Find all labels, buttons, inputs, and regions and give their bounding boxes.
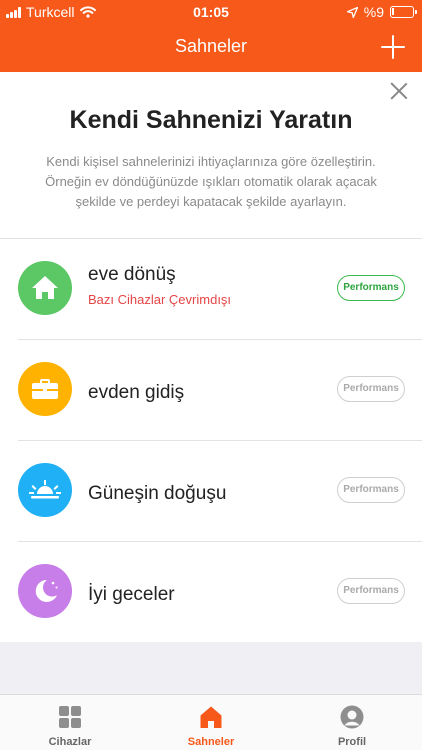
profile-icon <box>340 705 364 729</box>
scene-item-evden-gidis[interactable]: evden gidiş Performans <box>0 340 422 441</box>
tab-label: Cihazlar <box>48 736 92 748</box>
tab-sahneler[interactable]: Sahneler <box>141 695 281 750</box>
battery-icon <box>390 6 417 18</box>
add-scene-button[interactable] <box>380 34 406 60</box>
tab-label: Sahneler <box>187 736 235 748</box>
scene-status: Bazı Cihazlar Çevrimdışı <box>88 292 232 307</box>
perform-button[interactable]: Performans <box>337 578 405 604</box>
scene-icon-circle <box>18 564 72 618</box>
scene-item-iyi-geceler[interactable]: İyi geceler Performans <box>0 542 422 643</box>
sunrise-icon <box>29 480 61 499</box>
intro-heading: Kendi Sahnenizi Yaratın <box>69 106 353 134</box>
intro-description-line: şekilde ve perdeyi kapatacak şekilde aya… <box>75 194 347 209</box>
tab-bar: Cihazlar Sahneler Profil <box>0 694 422 750</box>
intro-description-line: Kendi kişisel sahnelerinizi ihtiyaçların… <box>46 154 376 169</box>
location-arrow-icon <box>346 6 358 18</box>
scene-name: Güneşin doğuşu <box>88 483 227 504</box>
status-bar: Turkcell 01:05 %9 <box>0 0 422 24</box>
perform-button[interactable]: Performans <box>337 376 405 402</box>
perform-button[interactable]: Performans <box>337 477 405 503</box>
scene-icon-circle <box>18 463 72 517</box>
home-icon <box>32 276 58 299</box>
scene-icon-circle <box>18 362 72 416</box>
page-title: Sahneler <box>174 36 248 56</box>
perform-button[interactable]: Performans <box>337 275 405 301</box>
home-icon <box>200 706 222 728</box>
scene-name: İyi geceler <box>88 584 175 605</box>
scene-item-gunesin-dogusu[interactable]: Güneşin doğuşu Performans <box>0 441 422 542</box>
scene-name: evden gidiş <box>88 382 185 403</box>
intro-description: Kendi kişisel sahnelerinizi ihtiyaçların… <box>20 152 402 212</box>
tab-label: Profil <box>337 736 367 748</box>
scene-item-eve-donus[interactable]: eve dönüş Bazı Cihazlar Çevrimdışı Perfo… <box>0 239 422 340</box>
scene-icon-circle <box>18 261 72 315</box>
battery-percent: %9 <box>363 4 384 20</box>
tab-cihazlar[interactable]: Cihazlar <box>0 695 140 750</box>
scene-panel: Kendi Sahnenizi Yaratın Kendi kişisel sa… <box>0 72 422 642</box>
tab-profil[interactable]: Profil <box>282 695 422 750</box>
close-icon[interactable] <box>390 82 408 100</box>
briefcase-icon <box>32 379 58 399</box>
moon-icon <box>35 579 58 602</box>
top-bar: Turkcell 01:05 %9 Sahneler <box>0 0 422 72</box>
grid-icon <box>59 706 81 728</box>
intro-description-line: Örneğin ev döndüğünüzde ışıkları otomati… <box>45 174 377 189</box>
scene-name: eve dönüş <box>88 264 176 285</box>
